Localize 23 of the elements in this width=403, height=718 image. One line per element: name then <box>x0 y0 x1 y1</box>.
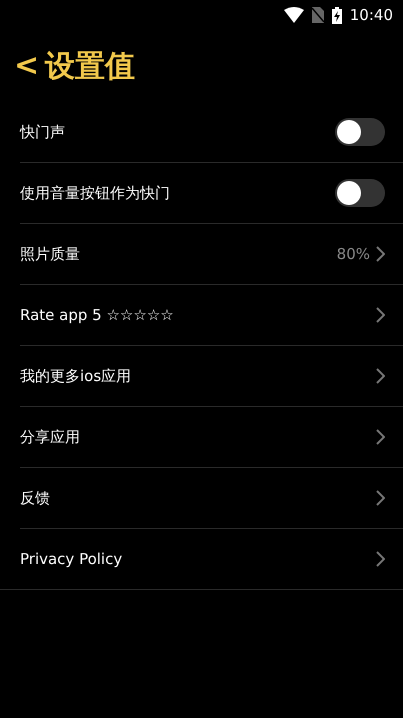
page-title: 设置值 <box>45 48 136 86</box>
chevron-right-icon[interactable] <box>376 490 385 506</box>
chevron-right-icon[interactable] <box>376 368 385 384</box>
chevron-right-icon[interactable] <box>376 246 385 262</box>
setting-label: Rate app 5 ☆☆☆☆☆ <box>20 306 175 324</box>
wifi-icon <box>284 7 304 23</box>
back-button[interactable]: < <box>14 51 44 81</box>
setting-label: 我的更多ios应用 <box>20 366 132 386</box>
setting-value: 80% <box>336 245 370 263</box>
battery-charging-icon <box>332 6 342 24</box>
setting-label: 快门声 <box>20 122 66 142</box>
setting-label: 使用音量按钮作为快门 <box>20 184 171 202</box>
chevron-right-icon[interactable] <box>376 429 385 445</box>
chevron-right-icon[interactable] <box>376 307 385 323</box>
no-sim-icon <box>312 7 324 23</box>
setting-label: 分享应用 <box>20 428 81 446</box>
setting-label: 反馈 <box>20 488 51 508</box>
chevron-right-icon[interactable] <box>376 551 385 567</box>
toggle-switch[interactable] <box>335 118 385 146</box>
setting-label: Privacy Policy <box>20 550 124 568</box>
setting-label: 照片质量 <box>20 244 81 264</box>
toggle-switch[interactable] <box>335 179 385 207</box>
clock-time: 10:40 <box>350 6 393 24</box>
